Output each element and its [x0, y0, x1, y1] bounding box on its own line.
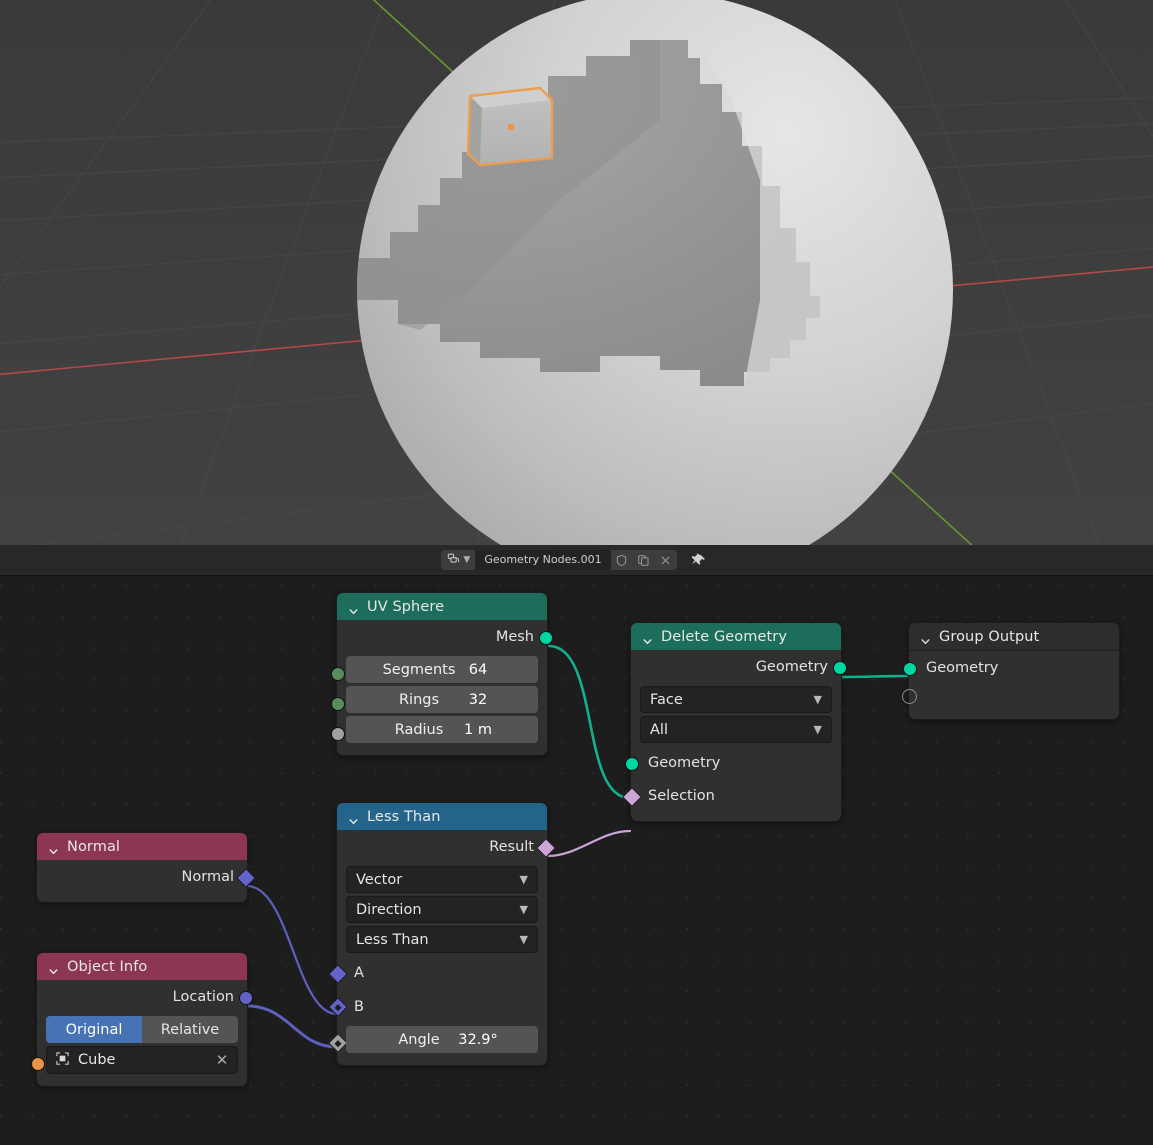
node-header[interactable]: Delete Geometry	[631, 623, 841, 650]
close-icon[interactable]: ✕	[215, 1051, 229, 1069]
chevron-down-icon[interactable]	[48, 962, 59, 973]
rings-field[interactable]: Rings 32	[346, 686, 538, 713]
socket-location-output[interactable]	[239, 991, 253, 1005]
uv-sphere-object	[357, 0, 953, 545]
socket-label: Geometry	[648, 755, 720, 771]
chevron-down-icon[interactable]	[642, 632, 653, 643]
close-icon[interactable]	[655, 550, 677, 570]
select-value: Less Than	[356, 932, 429, 948]
output-socket-row: Normal	[37, 860, 247, 893]
socket-label: Location	[173, 989, 234, 1005]
field-value: 32.9°	[430, 1032, 526, 1048]
node-title: Group Output	[939, 629, 1039, 645]
output-socket-row: Location	[37, 980, 247, 1013]
geometry-nodes-editor-header: ▼ Geometry Nodes.001	[0, 545, 1153, 576]
blender-window: ▼ Geometry Nodes.001	[0, 0, 1153, 1145]
node-uv-sphere[interactable]: UV Sphere Mesh Segments 64	[337, 593, 547, 755]
object-origin-dot	[508, 124, 515, 131]
copy-icon[interactable]	[633, 550, 655, 570]
virtual-socket-row	[909, 684, 1119, 710]
shield-icon[interactable]	[611, 550, 633, 570]
chevron-down-icon: ▼	[814, 693, 822, 706]
socket-label: A	[354, 965, 364, 981]
socket-label: Result	[489, 839, 534, 855]
object-name: Cube	[78, 1052, 207, 1068]
angle-field[interactable]: Angle 32.9°	[346, 1026, 538, 1053]
operation-select[interactable]: Less Than ▼	[346, 926, 538, 953]
node-tree-icon	[447, 551, 461, 570]
chevron-down-icon: ▼	[520, 873, 528, 886]
node-normal[interactable]: Normal Normal	[37, 833, 247, 902]
node-group-output[interactable]: Group Output Geometry	[909, 623, 1119, 719]
input-socket-row: Selection	[631, 779, 841, 812]
socket-geometry-input[interactable]	[625, 757, 639, 771]
node-less-than[interactable]: Less Than Result Vector ▼ Direction ▼	[337, 803, 547, 1065]
socket-virtual-input[interactable]	[902, 689, 917, 704]
socket-label: Geometry	[756, 659, 828, 675]
chevron-down-icon[interactable]	[348, 602, 359, 613]
socket-object-input[interactable]	[31, 1057, 45, 1071]
input-socket-row: Geometry	[909, 651, 1119, 684]
socket-label: B	[354, 999, 364, 1015]
toggle-option-original[interactable]: Original	[46, 1016, 142, 1043]
node-title: Normal	[67, 839, 120, 855]
node-object-info[interactable]: Object Info Location Original Relative	[37, 953, 247, 1086]
node-title: Less Than	[367, 809, 441, 825]
viewport-render	[0, 0, 1153, 545]
pin-icon[interactable]	[686, 550, 712, 570]
field-value: 32	[430, 692, 526, 708]
select-value: Face	[650, 692, 683, 708]
node-header[interactable]: Less Than	[337, 803, 547, 830]
select-value: All	[650, 722, 668, 738]
node-delete-geometry[interactable]: Delete Geometry Geometry Face ▼ All ▼	[631, 623, 841, 821]
select-value: Vector	[356, 872, 402, 888]
socket-geometry-input[interactable]	[903, 662, 917, 676]
data-type-select[interactable]: Vector ▼	[346, 866, 538, 893]
segments-field[interactable]: Segments 64	[346, 656, 538, 683]
3d-viewport[interactable]	[0, 0, 1153, 545]
chevron-down-icon[interactable]	[920, 632, 931, 643]
node-title: Delete Geometry	[661, 629, 787, 645]
field-value: 1 m	[430, 722, 526, 738]
node-title: Object Info	[67, 959, 147, 975]
chevron-down-icon[interactable]	[348, 812, 359, 823]
node-header[interactable]: Object Info	[37, 953, 247, 980]
node-title: UV Sphere	[367, 599, 444, 615]
chevron-down-icon: ▼	[520, 903, 528, 916]
object-selector[interactable]: Cube ✕	[46, 1046, 238, 1074]
socket-label: Geometry	[926, 660, 998, 676]
input-socket-row-b: B	[337, 990, 547, 1023]
output-socket-row: Geometry	[631, 650, 841, 683]
cube-object	[468, 88, 552, 165]
output-socket-row: Result	[337, 830, 547, 863]
chevron-down-icon[interactable]	[48, 842, 59, 853]
geometry-node-editor[interactable]: UV Sphere Mesh Segments 64	[0, 576, 1153, 1145]
input-socket-row: Geometry	[631, 746, 841, 779]
node-header[interactable]: UV Sphere	[337, 593, 547, 620]
chevron-down-icon: ▼	[520, 933, 528, 946]
mode-select[interactable]: All ▼	[640, 716, 832, 743]
socket-label: Normal	[182, 869, 234, 885]
node-header[interactable]: Group Output	[909, 623, 1119, 651]
node-tree-name-field[interactable]: Geometry Nodes.001	[475, 550, 610, 570]
input-socket-row-a: A	[337, 956, 547, 990]
object-data-icon	[55, 1051, 70, 1070]
chevron-down-icon: ▼	[463, 556, 470, 565]
toggle-option-relative[interactable]: Relative	[142, 1016, 238, 1043]
compare-mode-select[interactable]: Direction ▼	[346, 896, 538, 923]
output-socket-row: Mesh	[337, 620, 547, 653]
transform-space-toggle[interactable]: Original Relative	[46, 1016, 238, 1043]
field-value: 64	[430, 662, 526, 678]
radius-field[interactable]: Radius 1 m	[346, 716, 538, 743]
domain-select[interactable]: Face ▼	[640, 686, 832, 713]
socket-label: Selection	[648, 788, 715, 804]
chevron-down-icon: ▼	[814, 723, 822, 736]
socket-geometry-output[interactable]	[833, 661, 847, 675]
node-tree-datablock: ▼ Geometry Nodes.001	[441, 550, 676, 570]
node-header[interactable]: Normal	[37, 833, 247, 860]
select-value: Direction	[356, 902, 422, 918]
socket-mesh-output[interactable]	[539, 631, 553, 645]
socket-label: Mesh	[496, 629, 534, 645]
browse-node-tree-button[interactable]: ▼	[441, 550, 475, 570]
